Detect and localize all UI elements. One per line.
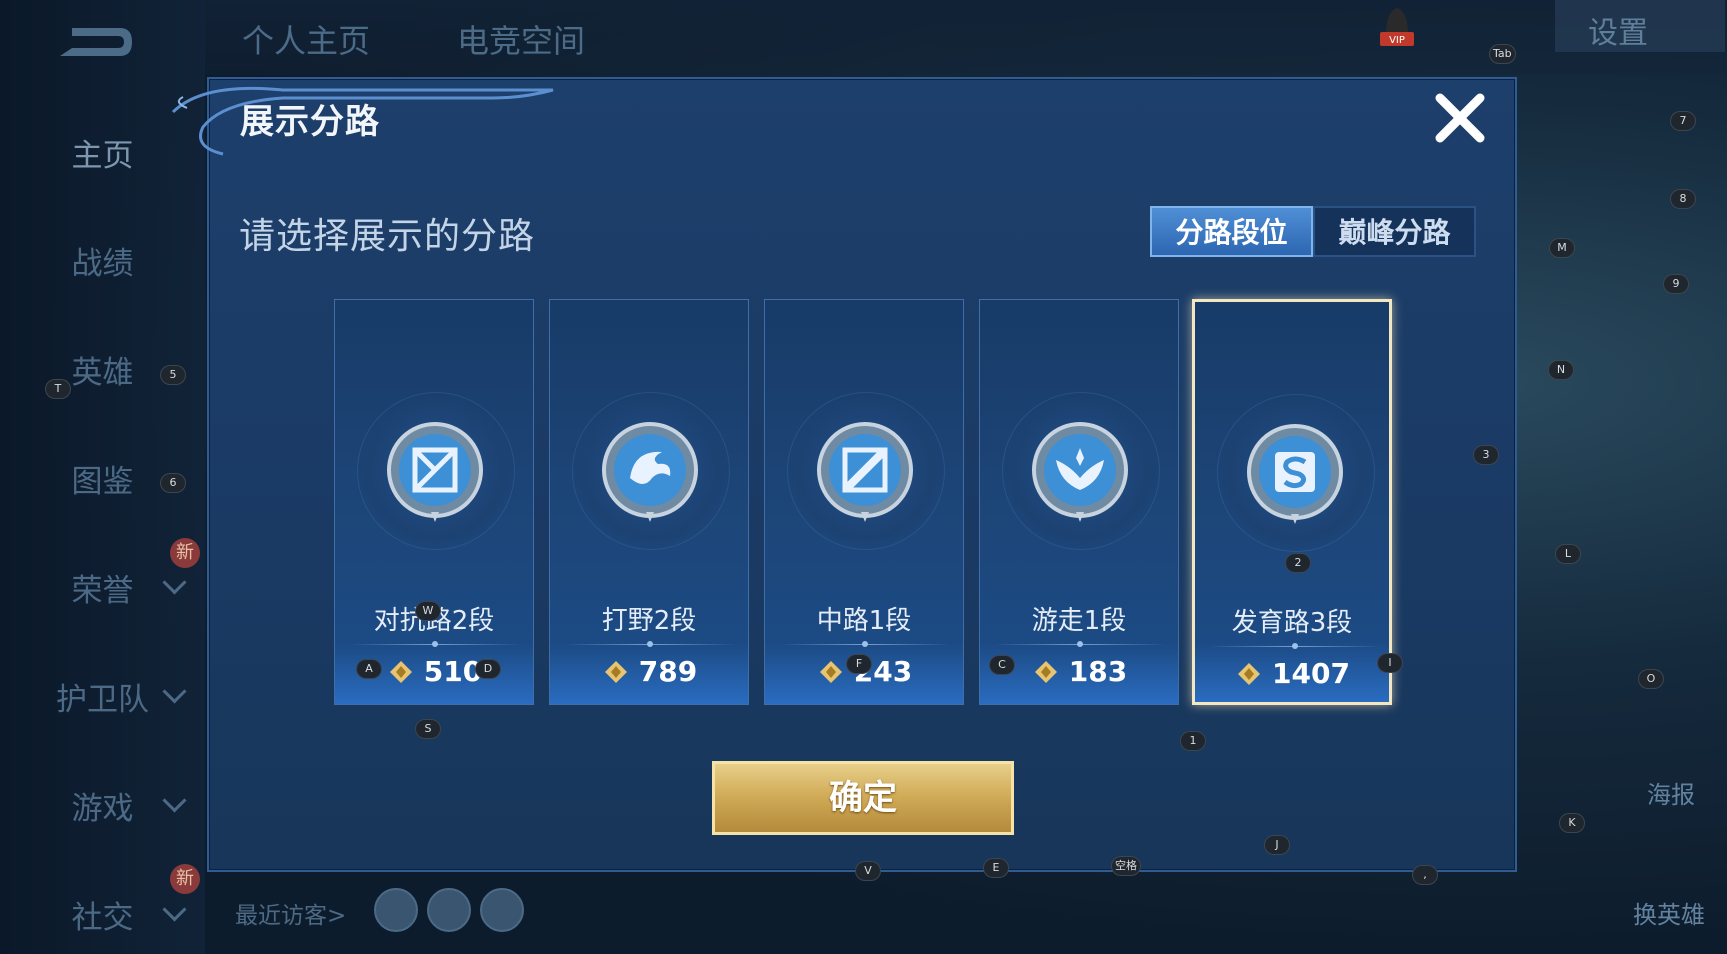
settings-label: 设置	[1588, 16, 1648, 51]
divider-dot	[862, 641, 868, 647]
dialog-title: 展示分路	[240, 102, 380, 142]
rank-points-icon	[604, 660, 627, 683]
key-hint-2: 2	[1286, 554, 1310, 572]
key-hint-3: 3	[1474, 446, 1498, 464]
avatar[interactable]	[374, 888, 418, 932]
key-hint-5: 5	[161, 366, 185, 384]
lane-score: 1407	[1195, 657, 1389, 690]
lane-name: 发育路3段	[1231, 608, 1353, 638]
key-hint-6: 6	[161, 474, 185, 492]
jungle-dragon-emblem-icon	[602, 422, 698, 522]
poster-label[interactable]: 海报	[1647, 775, 1695, 810]
mid-lane-emblem-icon	[817, 422, 913, 522]
top-bar	[205, 0, 1727, 75]
key-hint-a: A	[357, 660, 381, 678]
nav-item-stats[interactable]: 战绩	[0, 238, 205, 283]
confirm-button[interactable]: 确定	[712, 761, 1014, 835]
lane-card-jungle[interactable]: 打野2段 789	[549, 299, 749, 705]
recent-visitors-label[interactable]: 最近访客>	[235, 896, 346, 930]
key-hint-m: M	[1550, 239, 1574, 257]
lane-score-value: 510	[423, 655, 483, 688]
lane-card-clash[interactable]: 对抗路2段 510	[334, 299, 534, 705]
key-hint-i: I	[1378, 654, 1402, 672]
key-hint-c: C	[990, 656, 1014, 674]
avatar[interactable]	[480, 888, 524, 932]
farm-lane-emblem-icon	[1247, 424, 1343, 524]
lane-score-value: 183	[1068, 655, 1128, 688]
new-badge: 新	[170, 538, 200, 568]
divider-dot	[1077, 641, 1083, 647]
clash-lane-emblem-icon	[387, 422, 483, 522]
divider-dot	[647, 641, 653, 647]
lane-card-roam[interactable]: 游走1段 183	[979, 299, 1179, 705]
key-hint-o: O	[1639, 670, 1663, 688]
key-hint-tab: Tab	[1490, 45, 1515, 63]
close-icon[interactable]	[1432, 90, 1488, 146]
key-hint-7: 7	[1671, 112, 1695, 130]
key-hint-n: N	[1549, 361, 1573, 379]
tab-lane-rank[interactable]: 分路段位	[1150, 206, 1313, 257]
vip-label: VIP	[1389, 35, 1405, 46]
key-hint-e: E	[984, 859, 1008, 877]
key-hint-comma: ,	[1413, 866, 1437, 884]
lane-name: 游走1段	[1031, 606, 1127, 636]
vip-icon[interactable]: VIP	[1378, 4, 1416, 48]
key-hint-t: T	[46, 380, 70, 398]
tab-personal-home[interactable]: 个人主页	[242, 16, 370, 62]
key-hint-d: D	[476, 660, 500, 678]
lane-score-value: 789	[638, 655, 698, 688]
key-hint-v: V	[856, 862, 880, 880]
rank-points-icon	[389, 660, 412, 683]
divider-dot	[1292, 643, 1298, 649]
key-hint-s: S	[416, 720, 440, 738]
back-arrow-icon[interactable]	[50, 18, 135, 66]
new-badge: 新	[170, 864, 200, 894]
avatar[interactable]	[427, 888, 471, 932]
change-hero-label[interactable]: 换英雄	[1633, 895, 1705, 930]
roam-wings-emblem-icon	[1032, 422, 1128, 522]
select-lane-prompt: 请选择展示的分路	[239, 216, 536, 257]
key-hint-j: J	[1265, 836, 1289, 854]
rank-points-icon	[819, 660, 842, 683]
lane-name: 打野2段	[601, 606, 697, 636]
tab-peak-lane[interactable]: 巅峰分路	[1313, 206, 1476, 257]
key-hint-w: W	[416, 602, 440, 620]
lane-card-farm[interactable]: 发育路3段 1407	[1192, 299, 1392, 705]
key-hint-space: 空格	[1112, 857, 1140, 875]
key-hint-8: 8	[1671, 190, 1695, 208]
lane-name: 中路1段	[816, 606, 912, 636]
lane-card-mid[interactable]: 中路1段 243	[764, 299, 964, 705]
key-hint-k: K	[1560, 814, 1584, 832]
rank-points-icon	[1034, 660, 1057, 683]
tab-esports-space[interactable]: 电竞空间	[457, 16, 585, 62]
key-hint-1: 1	[1181, 732, 1205, 750]
lane-score-value: 1407	[1272, 657, 1350, 690]
key-hint-f: F	[847, 655, 871, 673]
lane-score: 789	[550, 655, 748, 688]
rank-points-icon	[1238, 662, 1261, 685]
key-hint-9: 9	[1664, 275, 1688, 293]
view-segmented-control: 分路段位 巅峰分路	[1150, 206, 1476, 257]
key-hint-l: L	[1556, 545, 1580, 563]
divider-dot	[432, 641, 438, 647]
